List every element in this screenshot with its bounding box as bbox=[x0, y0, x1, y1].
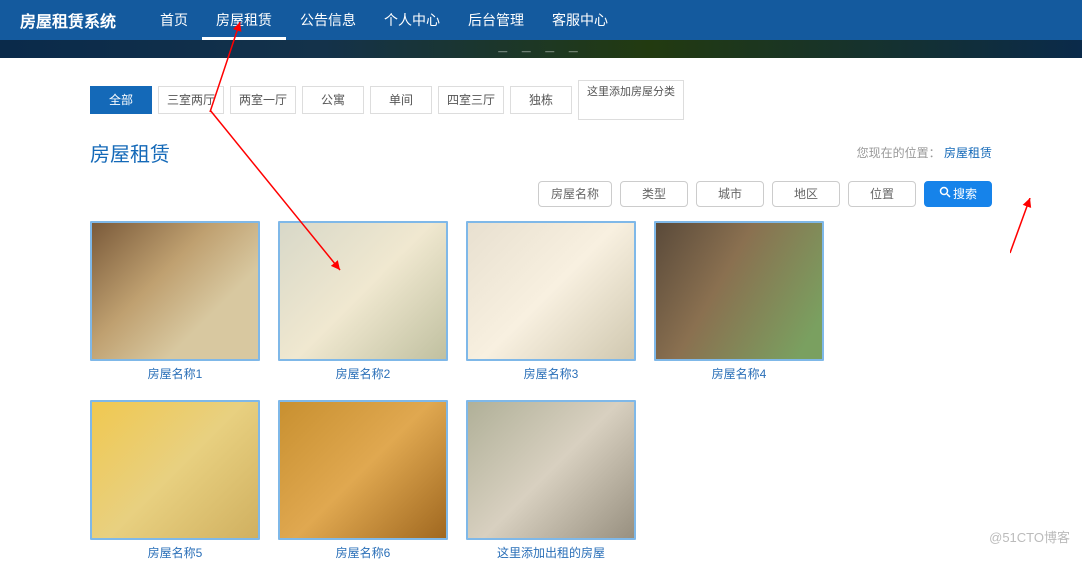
listing-thumb bbox=[278, 221, 448, 361]
category-row: 全部三室两厅两室一厅公寓单间四室三厅独栋这里添加房屋分类 bbox=[90, 86, 992, 120]
nav-item-1[interactable]: 房屋租赁 bbox=[202, 0, 286, 40]
search-button[interactable]: 搜索 bbox=[924, 181, 992, 207]
hero-banner: — — — — bbox=[0, 40, 1082, 58]
category-btn-3[interactable]: 公寓 bbox=[302, 86, 364, 114]
filter-row: 房屋名称类型城市地区位置 搜索 bbox=[90, 181, 992, 207]
listing-thumb bbox=[90, 221, 260, 361]
listing-grid: 房屋名称1 房屋名称2 房屋名称3 房屋名称4 房屋名称5 房屋名称6 这里添加出租的房屋 bbox=[90, 221, 992, 561]
listing-card-5[interactable]: 房屋名称6 bbox=[278, 400, 448, 561]
nav-item-4[interactable]: 后台管理 bbox=[454, 0, 538, 40]
navbar: 房屋租赁系统 首页房屋租赁公告信息个人中心后台管理客服中心 bbox=[0, 0, 1082, 40]
listing-title: 房屋名称3 bbox=[466, 365, 636, 382]
nav-item-3[interactable]: 个人中心 bbox=[370, 0, 454, 40]
listing-card-3[interactable]: 房屋名称4 bbox=[654, 221, 824, 382]
filter-btn-1[interactable]: 类型 bbox=[620, 181, 688, 207]
nav-items: 首页房屋租赁公告信息个人中心后台管理客服中心 bbox=[146, 0, 622, 40]
breadcrumb: 您现在的位置： 房屋租赁 bbox=[857, 144, 992, 161]
breadcrumb-prefix: 您现在的位置： bbox=[857, 146, 941, 160]
listing-card-0[interactable]: 房屋名称1 bbox=[90, 221, 260, 382]
search-label: 搜索 bbox=[953, 182, 977, 206]
listing-title: 这里添加出租的房屋 bbox=[466, 544, 636, 561]
listing-title: 房屋名称6 bbox=[278, 544, 448, 561]
category-btn-6[interactable]: 独栋 bbox=[510, 86, 572, 114]
filter-btn-3[interactable]: 地区 bbox=[772, 181, 840, 207]
nav-item-2[interactable]: 公告信息 bbox=[286, 0, 370, 40]
listing-thumb bbox=[466, 221, 636, 361]
listing-title: 房屋名称2 bbox=[278, 365, 448, 382]
category-btn-0[interactable]: 全部 bbox=[90, 86, 152, 114]
listing-title: 房屋名称4 bbox=[654, 365, 824, 382]
listing-title: 房屋名称5 bbox=[90, 544, 260, 561]
listing-thumb bbox=[278, 400, 448, 540]
logo: 房屋租赁系统 bbox=[20, 8, 116, 32]
category-btn-1[interactable]: 三室两厅 bbox=[158, 86, 224, 114]
filter-btn-0[interactable]: 房屋名称 bbox=[538, 181, 612, 207]
listing-thumb bbox=[90, 400, 260, 540]
watermark: @51CTO博客 bbox=[989, 527, 1070, 546]
breadcrumb-current: 房屋租赁 bbox=[944, 146, 992, 160]
listing-card-4[interactable]: 房屋名称5 bbox=[90, 400, 260, 561]
page-title: 房屋租赁 bbox=[90, 138, 170, 167]
nav-item-5[interactable]: 客服中心 bbox=[538, 0, 622, 40]
search-icon bbox=[939, 182, 951, 206]
carousel-dots[interactable]: — — — — bbox=[498, 46, 584, 56]
listing-thumb bbox=[654, 221, 824, 361]
listing-card-6[interactable]: 这里添加出租的房屋 bbox=[466, 400, 636, 561]
category-btn-4[interactable]: 单间 bbox=[370, 86, 432, 114]
filter-btn-2[interactable]: 城市 bbox=[696, 181, 764, 207]
listing-title: 房屋名称1 bbox=[90, 365, 260, 382]
filter-btn-4[interactable]: 位置 bbox=[848, 181, 916, 207]
category-btn-2[interactable]: 两室一厅 bbox=[230, 86, 296, 114]
nav-item-0[interactable]: 首页 bbox=[146, 0, 202, 40]
listing-card-2[interactable]: 房屋名称3 bbox=[466, 221, 636, 382]
listing-thumb bbox=[466, 400, 636, 540]
title-row: 房屋租赁 您现在的位置： 房屋租赁 bbox=[90, 138, 992, 167]
category-btn-5[interactable]: 四室三厅 bbox=[438, 86, 504, 114]
listing-card-1[interactable]: 房屋名称2 bbox=[278, 221, 448, 382]
category-btn-extra[interactable]: 这里添加房屋分类 bbox=[578, 80, 684, 120]
